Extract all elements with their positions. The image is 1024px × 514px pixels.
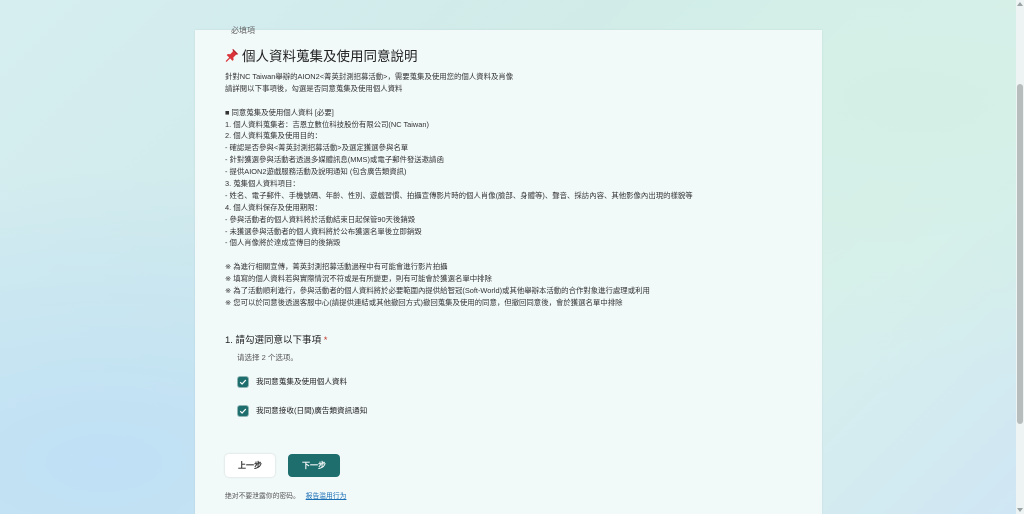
description-line: ※ 您可以於同意後透過客服中心(請提供連結或其他撤回方式)撤回蒐集及使用的同意，… — [225, 297, 623, 307]
option-label: 我同意蒐集及使用個人資料 — [256, 377, 348, 386]
description-line: - 個人肖像將於達成宣傳目的後銷毀 — [225, 238, 341, 248]
checkmark-icon — [239, 379, 247, 385]
description-line: - 針對獲選參與活動者透過多媒體訊息(MMS)或電子郵件發送邀請函 — [225, 155, 444, 165]
scroll-up-arrow-icon[interactable] — [1017, 2, 1023, 6]
description-line: - 確認是否參與<菁英封測招募活動>及選定獲選參與名單 — [225, 143, 409, 153]
report-abuse-link[interactable]: 报告滥用行为 — [306, 493, 347, 500]
footer: 绝对不要泄露你的密码。 报告滥用行为 — [225, 490, 346, 500]
intro-line: 針對NC Taiwan舉辦的AION2<菁英封測招募活動>，需要蒐集及使用您的個… — [225, 72, 514, 81]
required-mark: * — [323, 335, 328, 346]
option-label: 我同意接收(日間)廣告類資訊通知 — [256, 406, 368, 415]
description-line: 2. 個人資料蒐集及使用目的： — [225, 131, 322, 141]
description-line: 3. 蒐集個人資料項目： — [225, 179, 300, 189]
consent-description: 針對NC Taiwan舉辦的AION2<菁英封測招募活動>，需要蒐集及使用您的個… — [225, 71, 805, 309]
next-button[interactable]: 下一步 — [288, 454, 340, 477]
section-title-row: 個人資料蒐集及使用同意說明 — [225, 45, 418, 65]
pushpin-icon — [225, 48, 239, 62]
checkbox-consent-ad-notice[interactable] — [238, 405, 248, 416]
description-line — [225, 249, 805, 261]
description-line: - 姓名、電子郵件、手機號碼、年齡、性別、遊戲習慣、拍攝宣傳影片時的個人肖像(臉… — [225, 190, 693, 200]
footer-text: 绝对不要泄露你的密码。 — [225, 493, 300, 500]
description-line: - 參與活動者的個人資料將於活動結束日起保管90天後銷毀 — [225, 214, 416, 224]
checkbox-consent-personal-data[interactable] — [238, 376, 248, 387]
page-scrollbar[interactable] — [1016, 0, 1024, 514]
intro-line: 請詳閱以下事項後，勾選是否同意蒐集及使用個人資料 — [225, 83, 403, 93]
description-line: ■ 同意蒐集及使用個人資料 [必要] — [225, 107, 334, 117]
form-card: 必填項 個人資料蒐集及使用同意說明 針對NC Taiwan舉辦的AION2<菁英… — [195, 26, 822, 514]
description-line: ※ 填寫的個人資料若與實際情況不符或是有所變更，則有可能會於獲選名單中排除 — [225, 274, 492, 284]
scroll-down-arrow-icon[interactable] — [1017, 508, 1023, 512]
description-line: 4. 個人資料保存及使用期限： — [225, 202, 322, 212]
question-title: 1. 請勾選同意以下事項 * — [225, 332, 327, 346]
option-consent-personal-data[interactable]: 我同意蒐集及使用個人資料 — [238, 376, 347, 387]
section-title: 個人資料蒐集及使用同意說明 — [242, 49, 418, 64]
checkmark-icon — [239, 408, 247, 414]
description-line — [225, 95, 805, 107]
scroll-thumb[interactable] — [1017, 84, 1023, 424]
cut-off-text: 必填項 — [231, 26, 255, 35]
description-line: - 提供AION2遊戲服務活動及說明通知 (包含廣告類資訊) — [225, 167, 407, 177]
question-hint: 请选择 2 个选项。 — [237, 353, 298, 362]
option-consent-ad-notice[interactable]: 我同意接收(日間)廣告類資訊通知 — [238, 405, 367, 416]
question-title-text: 1. 請勾選同意以下事項 — [225, 335, 322, 346]
description-line: ※ 為進行相關宣傳，菁英封測招募活動過程中有可能會進行影片拍攝 — [225, 262, 448, 272]
description-line: - 未獲選參與活動者的個人資料將於公布獲選名單後立即銷毀 — [225, 226, 422, 236]
description-line: 1. 個人資料蒐集者：吉恩立數位科技股份有限公司(NC Taiwan) — [225, 119, 429, 129]
back-button[interactable]: 上一步 — [225, 454, 275, 477]
description-line: ※ 為了活動順利進行，參與活動者的個人資料將於必要範圍內提供給智冠(Soft-W… — [225, 286, 650, 296]
